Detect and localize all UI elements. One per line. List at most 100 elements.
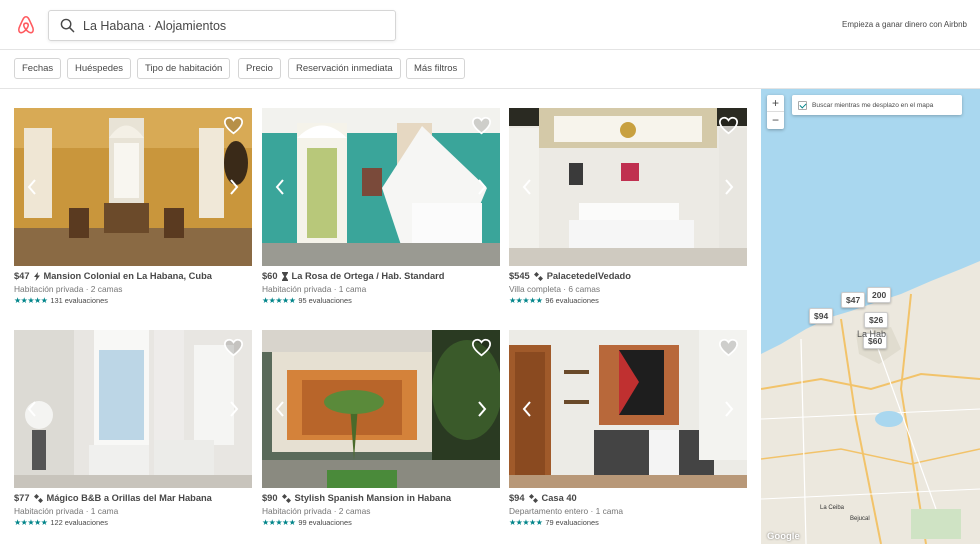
listing-image: [262, 330, 500, 488]
star-rating: ★★★★★: [262, 518, 296, 527]
listing-room-type: Departamento entero · 1 cama: [509, 506, 624, 516]
map-city-label: La Hab: [857, 329, 887, 339]
listing-photo[interactable]: [262, 108, 500, 266]
listing-title[interactable]: $77 Mágico B&B a Orillas del Mar Habana: [14, 493, 252, 503]
filter-guests-button[interactable]: Huéspedes: [67, 58, 132, 79]
hourglass-icon: [281, 271, 288, 281]
listing-image: [509, 330, 747, 488]
listing-price: $94: [509, 493, 525, 503]
filter-price-button[interactable]: Precio: [238, 58, 281, 79]
previous-photo-icon[interactable]: [274, 400, 286, 418]
map-town-label: La Ceiba: [820, 505, 845, 511]
listing-title[interactable]: $545 PalacetedelVedado: [509, 271, 747, 281]
airbnb-logo-icon[interactable]: [15, 14, 37, 36]
favorite-heart-icon[interactable]: [718, 116, 739, 135]
zoom-control: + −: [767, 95, 784, 129]
listing-room-type: Villa completa · 6 camas: [509, 284, 601, 294]
listing-name: Stylish Spanish Mansion in Habana: [294, 493, 452, 503]
filter-room-type-button[interactable]: Tipo de habitación: [137, 58, 231, 79]
listing-card[interactable]: $77 Mágico B&B a Orillas del Mar Habana …: [14, 330, 252, 527]
next-photo-icon[interactable]: [228, 400, 240, 418]
map-panel[interactable]: + − Buscar mientras me desplazo en el ma…: [761, 89, 980, 544]
listing-rating: ★★★★★ 96 evaluaciones: [509, 296, 747, 305]
search-as-map-moves-toggle[interactable]: Buscar mientras me desplazo en el mapa: [792, 95, 962, 115]
map-price-pin[interactable]: $47: [841, 292, 866, 308]
favorite-heart-icon[interactable]: [223, 116, 244, 135]
zoom-out-button[interactable]: −: [767, 112, 784, 129]
listing-name: La Rosa de Ortega / Hab. Standard: [291, 271, 445, 281]
next-photo-icon[interactable]: [476, 178, 488, 196]
review-count: 95 evaluaciones: [298, 296, 352, 305]
google-attribution: Google: [767, 531, 800, 542]
listing-name: PalacetedelVedado: [546, 271, 631, 281]
previous-photo-icon[interactable]: [26, 178, 38, 196]
listing-title[interactable]: $60 La Rosa de Ortega / Hab. Standard: [262, 271, 500, 281]
map-price-pin[interactable]: $94: [809, 308, 834, 324]
listing-price: $77: [14, 493, 30, 503]
superhost-bolt-icon: [528, 493, 538, 503]
filter-dates-button[interactable]: Fechas: [14, 58, 62, 79]
search-icon: [60, 18, 75, 33]
review-count: 79 evaluaciones: [545, 518, 599, 527]
listing-room-type: Habitación privada · 1 cama: [14, 506, 119, 516]
listing-photo[interactable]: [14, 330, 252, 488]
listing-photo[interactable]: [14, 108, 252, 266]
search-query: La Habana · Alojamientos: [83, 18, 227, 33]
next-photo-icon[interactable]: [476, 400, 488, 418]
listing-card[interactable]: $60 La Rosa de Ortega / Hab. Standard Ha…: [262, 108, 500, 305]
filter-instant-book-button[interactable]: Reservación inmediata: [288, 58, 401, 79]
listing-image: [262, 108, 500, 266]
listing-card[interactable]: $47 Mansion Colonial en La Habana, Cuba …: [14, 108, 252, 305]
review-count: 131 evaluaciones: [50, 296, 108, 305]
checkbox[interactable]: [798, 100, 807, 110]
zoom-in-button[interactable]: +: [767, 95, 784, 112]
listing-price: $90: [262, 493, 278, 503]
listing-rating: ★★★★★ 122 evaluaciones: [14, 518, 252, 527]
listing-price: $47: [14, 271, 30, 281]
listing-image: [14, 108, 252, 266]
search-input[interactable]: La Habana · Alojamientos: [48, 10, 396, 41]
star-rating: ★★★★★: [509, 296, 543, 305]
listing-image: [509, 108, 747, 266]
next-photo-icon[interactable]: [723, 178, 735, 196]
listing-photo[interactable]: [262, 330, 500, 488]
previous-photo-icon[interactable]: [521, 400, 533, 418]
superhost-bolt-icon: [33, 493, 43, 503]
next-photo-icon[interactable]: [723, 400, 735, 418]
map-price-pin[interactable]: $26: [864, 312, 889, 328]
filter-bar: Fechas Huéspedes Tipo de habitación Prec…: [0, 50, 980, 89]
listing-rating: ★★★★★ 131 evaluaciones: [14, 296, 252, 305]
listing-card[interactable]: $545 PalacetedelVedado Villa completa · …: [509, 108, 747, 305]
listing-price: $60: [262, 271, 278, 281]
listing-card[interactable]: $90 Stylish Spanish Mansion in Habana Ha…: [262, 330, 500, 527]
listings-grid: $47 Mansion Colonial en La Habana, Cuba …: [0, 89, 761, 544]
favorite-heart-icon[interactable]: [471, 116, 492, 135]
star-rating: ★★★★★: [14, 518, 48, 527]
review-count: 99 evaluaciones: [298, 518, 352, 527]
favorite-heart-icon[interactable]: [471, 338, 492, 357]
listing-room-type: Habitación privada · 2 camas: [262, 506, 371, 516]
host-link[interactable]: Empieza a ganar dinero con Airbnb: [842, 20, 967, 29]
listing-card[interactable]: $94 Casa 40 Departamento entero · 1 cama…: [509, 330, 747, 527]
listing-name: Casa 40: [541, 493, 577, 503]
filter-more-button[interactable]: Más filtros: [406, 58, 466, 79]
previous-photo-icon[interactable]: [521, 178, 533, 196]
bolt-icon: [33, 271, 40, 281]
favorite-heart-icon[interactable]: [718, 338, 739, 357]
map-price-pin[interactable]: 200: [867, 287, 892, 303]
listing-name: Mágico B&B a Orillas del Mar Habana: [46, 493, 212, 503]
next-photo-icon[interactable]: [228, 178, 240, 196]
listing-title[interactable]: $90 Stylish Spanish Mansion in Habana: [262, 493, 500, 503]
listing-rating: ★★★★★ 79 evaluaciones: [509, 518, 747, 527]
listing-photo[interactable]: [509, 330, 747, 488]
map-town-label: Bejucal: [850, 516, 870, 522]
listing-title[interactable]: $47 Mansion Colonial en La Habana, Cuba: [14, 271, 252, 281]
previous-photo-icon[interactable]: [26, 400, 38, 418]
favorite-heart-icon[interactable]: [223, 338, 244, 357]
listing-rating: ★★★★★ 99 evaluaciones: [262, 518, 500, 527]
review-count: 96 evaluaciones: [545, 296, 599, 305]
listing-title[interactable]: $94 Casa 40: [509, 493, 747, 503]
listing-photo[interactable]: [509, 108, 747, 266]
previous-photo-icon[interactable]: [274, 178, 286, 196]
top-bar: La Habana · Alojamientos Empieza a ganar…: [0, 0, 980, 50]
